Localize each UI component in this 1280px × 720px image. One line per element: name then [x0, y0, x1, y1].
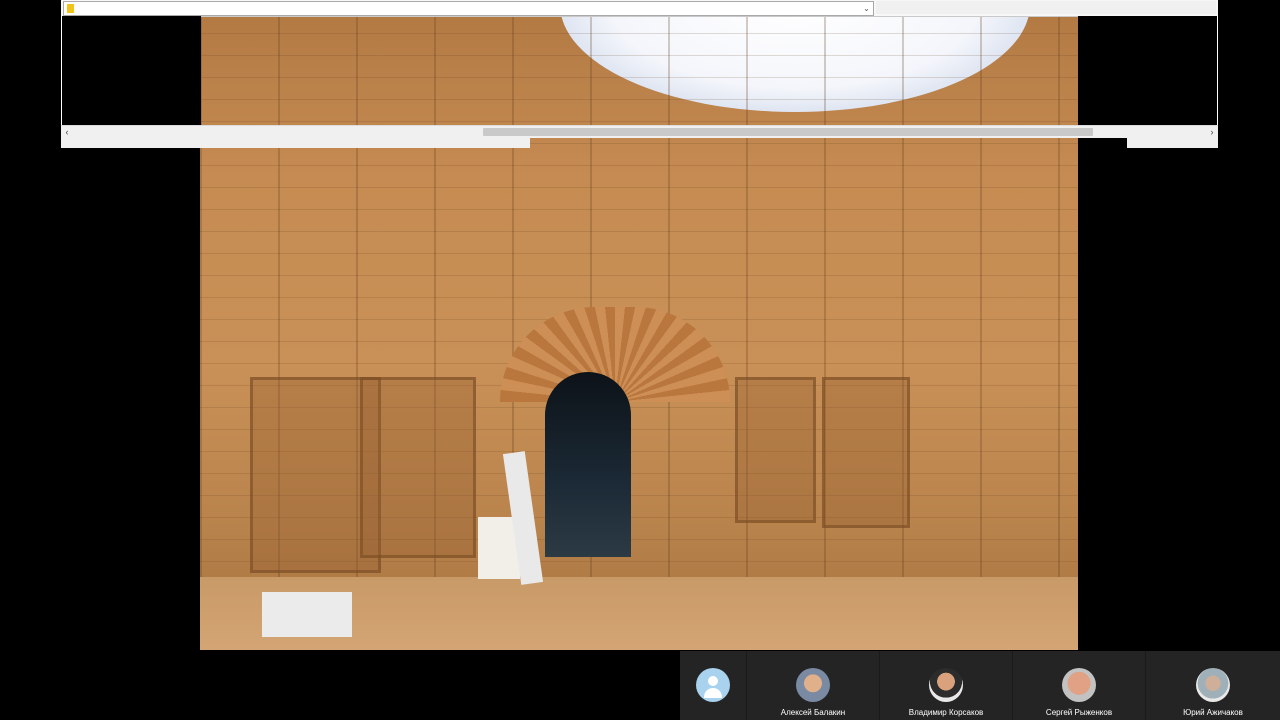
avatar [929, 668, 963, 702]
participant-tile[interactable]: Юрий Ажичаков [1146, 651, 1280, 720]
arched-doorway [545, 372, 631, 557]
wall-shelf [822, 377, 910, 528]
avatar [1196, 668, 1230, 702]
address-bar: ⌄ [61, 0, 1218, 17]
default-user-icon [696, 668, 730, 702]
participants-bar: Алексей Балакин Владимир Корсаков Сергей… [680, 651, 1280, 720]
toolbar-area [876, 1, 1216, 14]
participant-name: Владимир Корсаков [908, 708, 984, 717]
address-input[interactable]: ⌄ [63, 1, 874, 16]
viewer-pane-left [61, 16, 201, 125]
participant-name: Юрий Ажичаков [1183, 708, 1243, 717]
participant-tile[interactable]: Алексей Балакин [747, 651, 879, 720]
viewer-pane-right [1078, 16, 1218, 125]
status-strip-left [61, 137, 530, 148]
participant-tile[interactable] [680, 651, 746, 720]
participant-name: Сергей Рыженков [1045, 708, 1113, 717]
status-strip-right [1127, 137, 1218, 148]
participant-tile[interactable]: Сергей Рыженков [1013, 651, 1145, 720]
white-blocks [262, 592, 352, 637]
wall-niche [360, 377, 476, 558]
wall-shelf [735, 377, 816, 523]
embedded-viewer-window: ⌄ ‹ › [61, 0, 1218, 148]
chevron-down-icon[interactable]: ⌄ [861, 3, 872, 14]
avatar [1062, 668, 1096, 702]
scrollbar-thumb[interactable] [483, 128, 1093, 136]
participant-name: Алексей Балакин [780, 708, 846, 717]
page-icon [67, 4, 74, 13]
participant-tile[interactable]: Владимир Корсаков [880, 651, 1012, 720]
avatar [796, 668, 830, 702]
